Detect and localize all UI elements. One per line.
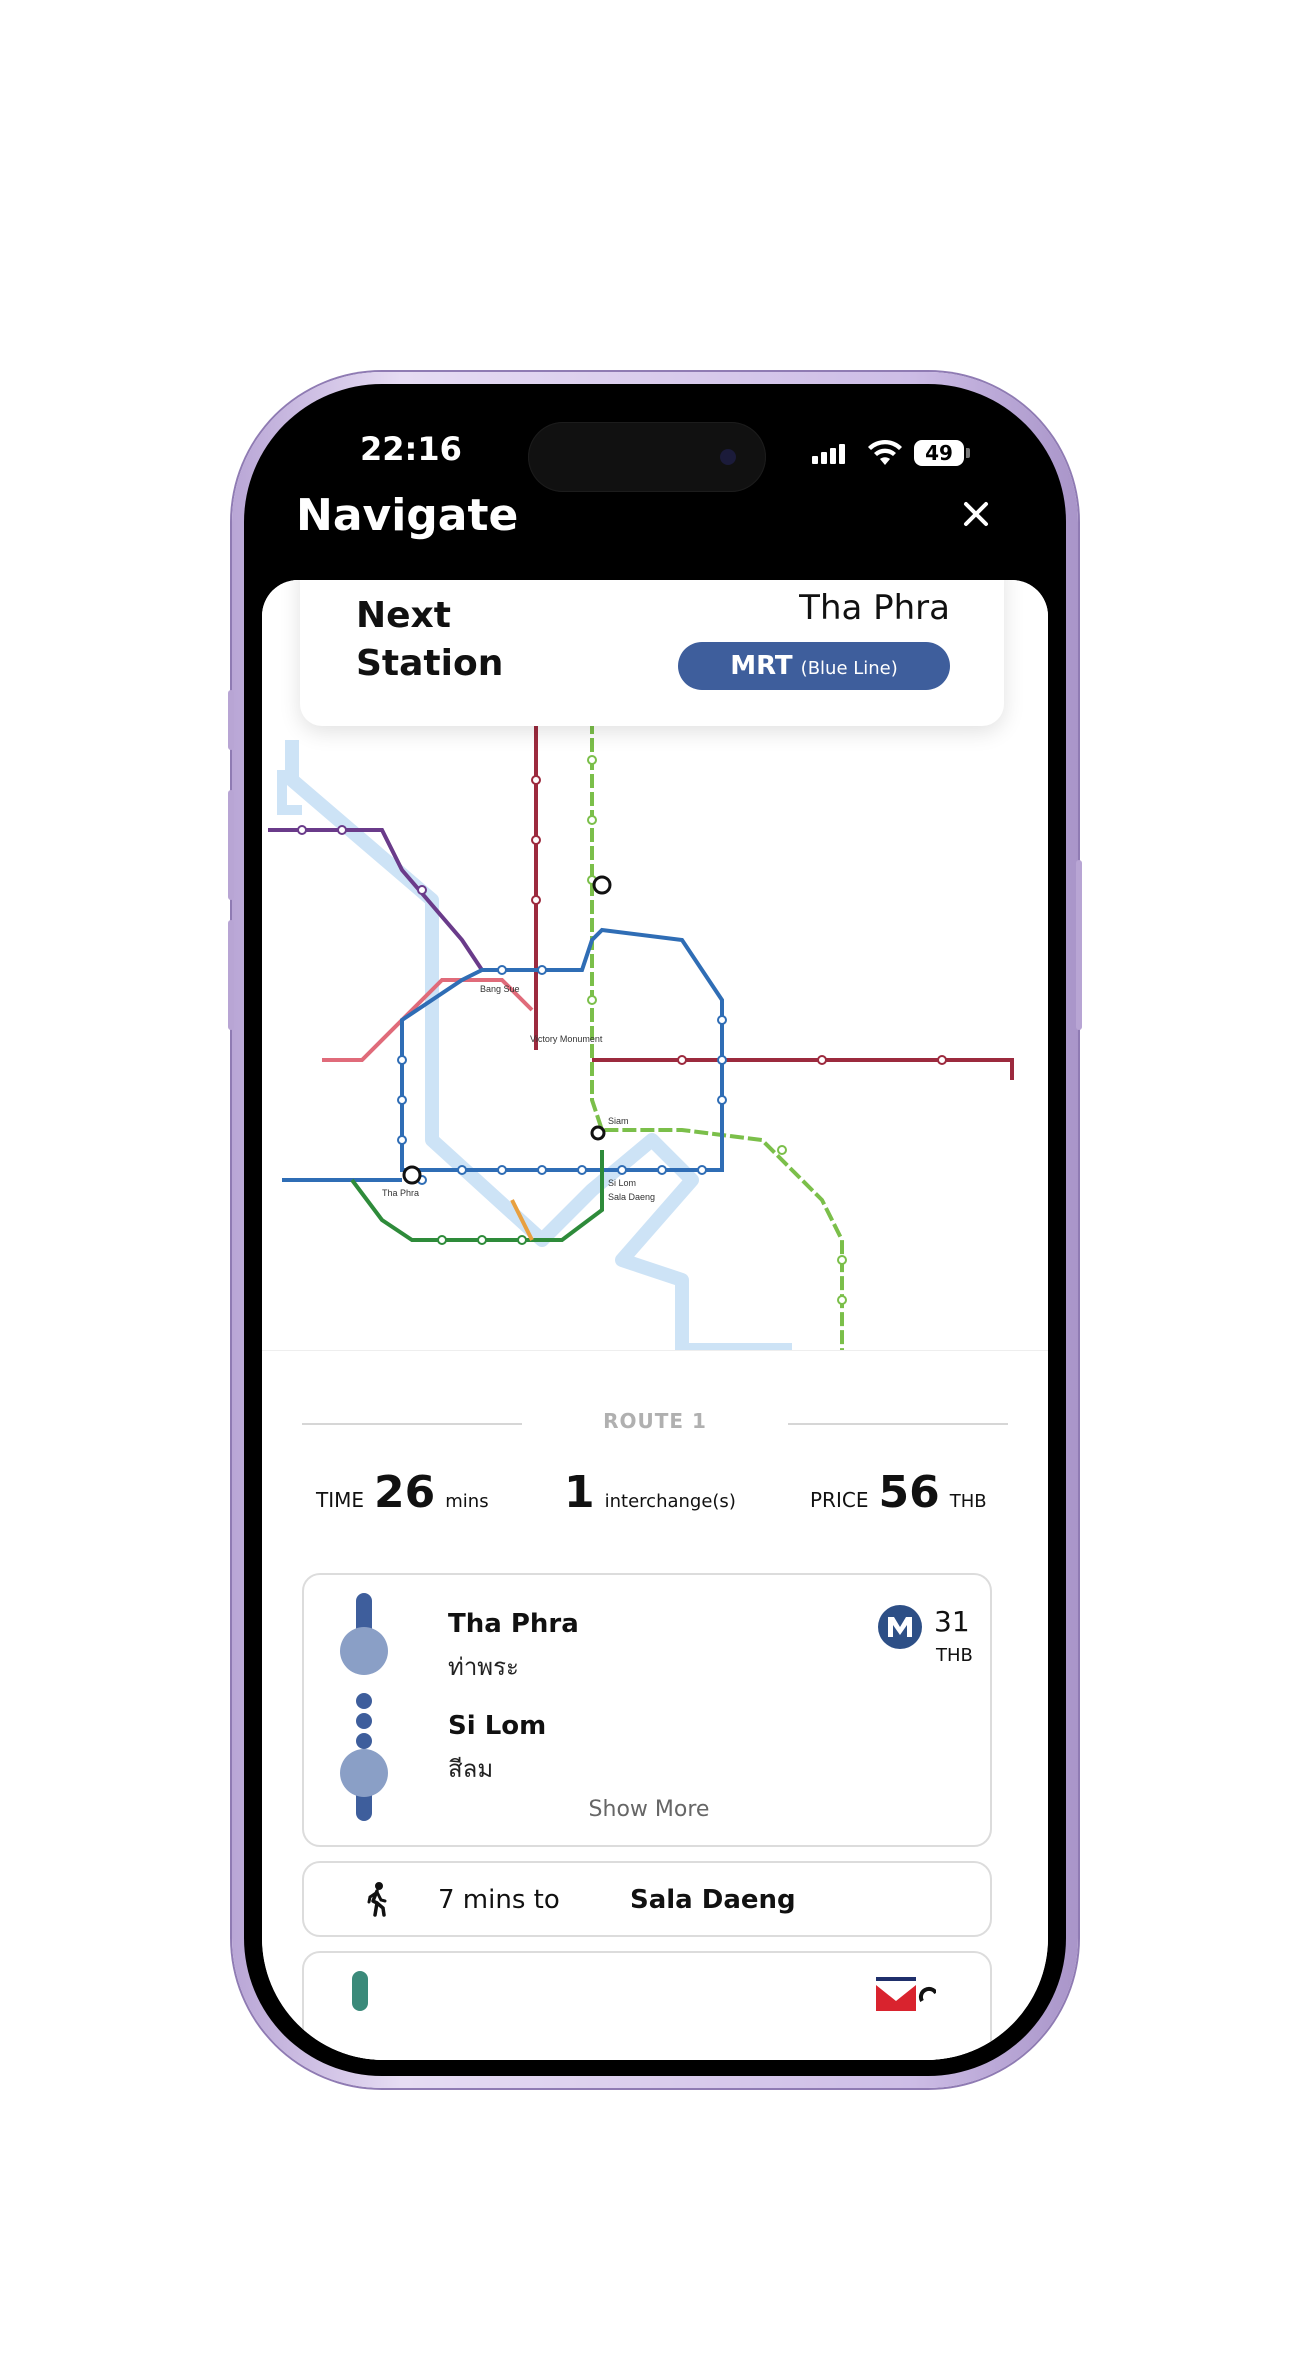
interchange-label: interchange(s) [604, 1491, 736, 1512]
power-button [1076, 860, 1082, 1030]
next-station-label-line2: Station [356, 643, 504, 684]
from-station-thai: ท่าพระ [448, 1653, 519, 1681]
route-panel: ROUTE 1 TIME 26 mins 1 interchange(s) PR… [262, 1350, 1048, 2060]
map-station-label: Tha Phra [382, 1188, 419, 1198]
from-station-name: Tha Phra [448, 1609, 579, 1639]
map-station-label: Victory Monument [530, 1034, 603, 1044]
line-badge: MRT (Blue Line) [678, 642, 950, 690]
status-time: 22:16 [360, 430, 462, 468]
mrt-logo-icon [878, 1605, 922, 1649]
walk-segment-card[interactable]: 7 mins to Sala Daeng [302, 1861, 992, 1937]
bts-logo-icon [876, 1977, 936, 2011]
transit-map[interactable]: Tha Phra Si Lom Sala Daeng Bang Sue Vict… [262, 580, 1048, 1350]
content-area: Tha Phra Si Lom Sala Daeng Bang Sue Vict… [262, 580, 1048, 2060]
route-title: ROUTE 1 [603, 1409, 707, 1433]
phone-screen: 22:16 49 Navigate Tha Phra Si Lom Sala D… [262, 400, 1048, 2060]
price-stat: PRICE 56 THB [810, 1467, 987, 1518]
interchange-marker-icon [592, 875, 612, 895]
volume-up-button [228, 790, 234, 900]
current-station-marker-icon [402, 1165, 422, 1185]
map-station-label: Siam [608, 1116, 629, 1126]
action-button [228, 690, 234, 750]
interchange-value: 1 [564, 1467, 595, 1518]
segment-fare-unit: THB [936, 1645, 973, 1666]
map-station-label: Bang Sue [480, 984, 520, 994]
line-detail: (Blue Line) [800, 658, 898, 679]
price-label: PRICE [810, 1488, 869, 1512]
to-station-thai: สีลม [448, 1755, 494, 1783]
journey-segment-card[interactable]: Tha Phra ท่าพระ Si Lom สีลม 31 THB Show … [302, 1573, 992, 1847]
next-station-name: Tha Phra [799, 588, 950, 628]
time-stat: TIME 26 mins [316, 1467, 489, 1518]
wifi-icon [868, 439, 902, 465]
line-dark-red-horizontal [592, 1058, 1014, 1080]
interchange-stat: 1 interchange(s) [564, 1467, 736, 1518]
time-unit: mins [445, 1491, 489, 1512]
price-value: 56 [878, 1467, 940, 1518]
cellular-signal-icon [812, 444, 845, 464]
line-blue-loop [400, 927, 724, 1172]
show-more-link[interactable]: Show More [304, 1797, 994, 1822]
walk-destination: Sala Daeng [630, 1885, 796, 1915]
next-station-label-line1: Next [356, 595, 451, 636]
walk-time: 7 mins to [438, 1885, 560, 1915]
time-label: TIME [316, 1488, 365, 1512]
battery-icon: 49 [914, 440, 970, 466]
route-track-icon [352, 1971, 368, 2011]
route-track-icon [340, 1593, 388, 1821]
page-title: Navigate [296, 490, 519, 541]
next-station-label: Next Station [356, 592, 503, 688]
time-value: 26 [374, 1467, 436, 1518]
segment-fare: 31 [934, 1605, 970, 1638]
interchange-marker-icon [590, 1125, 606, 1141]
volume-down-button [228, 920, 234, 1030]
close-icon[interactable] [958, 496, 994, 532]
price-unit: THB [949, 1491, 987, 1512]
map-station-label: Sala Daeng [608, 1192, 655, 1202]
to-station-name: Si Lom [448, 1711, 547, 1741]
dynamic-island [528, 422, 766, 492]
next-segment-card[interactable] [302, 1951, 992, 2060]
next-station-card: Next Station Tha Phra MRT (Blue Line) [300, 580, 1004, 726]
front-camera-icon [720, 449, 736, 465]
map-station-label: Si Lom [608, 1178, 636, 1188]
route-stats: TIME 26 mins 1 interchange(s) PRICE 56 T… [262, 1467, 1048, 1527]
line-name: MRT [730, 651, 793, 681]
walking-person-icon [367, 1882, 387, 1917]
